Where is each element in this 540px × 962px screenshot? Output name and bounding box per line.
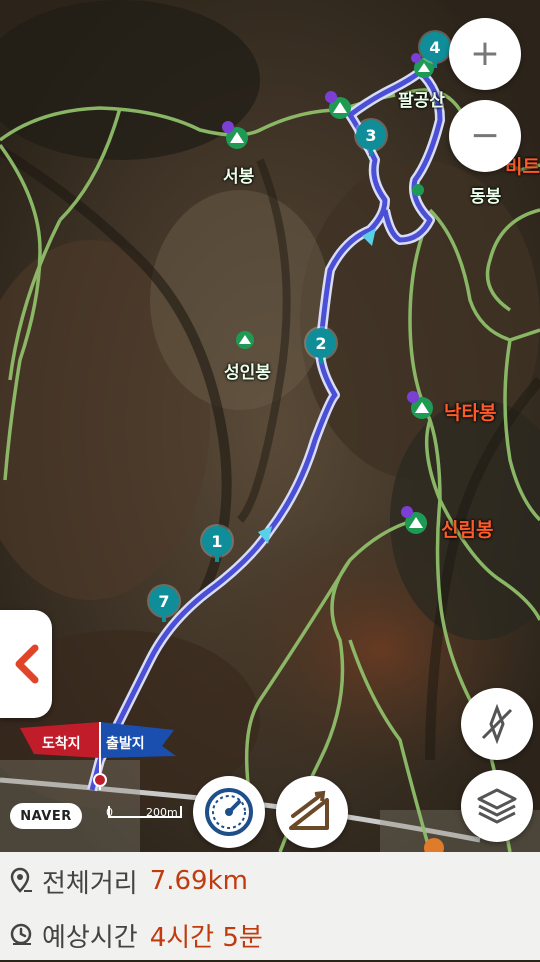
speedometer-icon bbox=[205, 788, 253, 836]
waypoint-marker-1[interactable]: 1 bbox=[202, 526, 232, 562]
peak-label-palgongsan: 팔공산 bbox=[398, 91, 445, 111]
elevation-button[interactable] bbox=[276, 776, 348, 848]
layers-icon bbox=[477, 788, 517, 824]
zoom-in-button[interactable]: + bbox=[449, 18, 521, 90]
peak-label-dongbong: 동봉 bbox=[470, 187, 502, 207]
zoom-out-button[interactable]: − bbox=[449, 100, 521, 172]
compass-button[interactable] bbox=[461, 688, 533, 760]
waypoint-marker-4[interactable]: 4 bbox=[420, 32, 450, 68]
location-distance-icon bbox=[8, 867, 36, 895]
elevation-slope-icon bbox=[289, 790, 329, 830]
collapse-panel-button[interactable] bbox=[0, 610, 52, 718]
distance-label: 전체거리 bbox=[42, 868, 138, 899]
end-flag-label: 도착지 bbox=[42, 736, 81, 752]
plus-icon: + bbox=[469, 33, 501, 74]
distance-value: 7.69km bbox=[149, 866, 248, 896]
peak-label-seobong: 서봉 bbox=[223, 167, 255, 187]
peak-label-seonginbong: 성인봉 bbox=[224, 363, 271, 383]
start-flag-label: 출발지 bbox=[106, 736, 145, 752]
scale-distance-label: 200m bbox=[146, 806, 178, 819]
chevron-left-icon bbox=[15, 644, 39, 684]
minus-icon: − bbox=[469, 115, 501, 156]
start-end-flags bbox=[20, 722, 176, 790]
time-row: 예상시간 4시간 5분 bbox=[0, 908, 540, 962]
speedometer-button[interactable] bbox=[193, 776, 265, 848]
map-view[interactable]: 서봉 성인봉 팔공산 동봉 낙타봉 신림봉 비트 1 2 3 4 7 도착지 출… bbox=[0, 0, 540, 852]
clock-icon bbox=[8, 922, 36, 948]
peak-label-naktabong: 낙타봉 bbox=[444, 402, 497, 424]
scale-zero-label: 0 bbox=[106, 806, 113, 819]
naver-logo: NAVER bbox=[10, 803, 82, 829]
waypoint-marker-3[interactable]: 3 bbox=[356, 120, 386, 156]
map-layers-button[interactable] bbox=[461, 770, 533, 842]
compass-off-icon bbox=[481, 704, 513, 744]
time-value: 4시간 5분 bbox=[149, 922, 263, 953]
time-label: 예상시간 bbox=[42, 922, 138, 953]
distance-row: 전체거리 7.69km bbox=[0, 854, 540, 908]
waypoint-marker-7[interactable]: 7 bbox=[149, 586, 179, 622]
waypoint-marker-2[interactable]: 2 bbox=[306, 328, 336, 364]
peak-label-sinrimbong: 신림봉 bbox=[441, 519, 494, 541]
route-summary-panel: 전체거리 7.69km 예상시간 4시간 5분 bbox=[0, 852, 540, 960]
